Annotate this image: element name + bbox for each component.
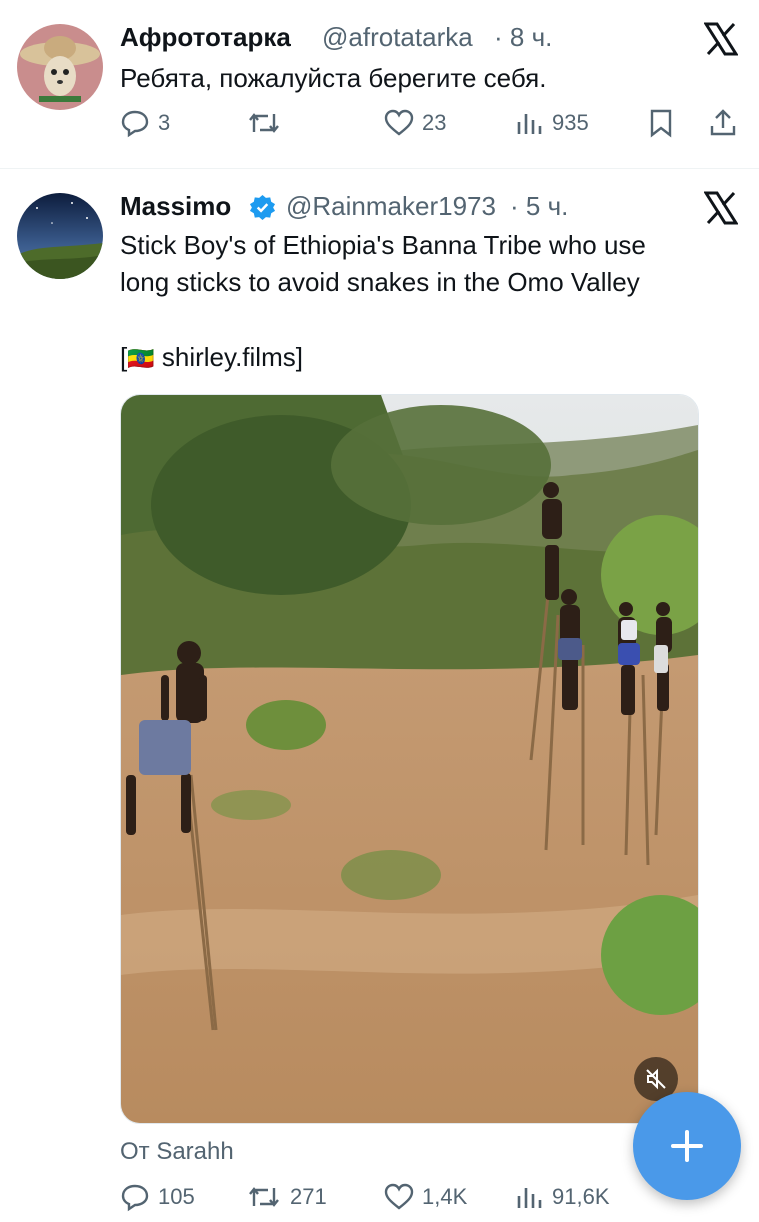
verified-badge-icon [249,194,276,221]
avatar[interactable] [17,24,103,110]
retweet-button[interactable] [246,108,290,138]
views-icon [517,114,542,134]
ethiopia-flag-icon: 🇪🇹 [127,346,155,371]
reply-icon [121,1184,149,1212]
retweet-count: 271 [290,1184,327,1209]
tweet-text: Ребята, пожалуйста берегите себя. [120,63,547,93]
tweet-time[interactable]: · 8 ч. [494,22,552,53]
avatar[interactable] [17,193,103,279]
action-bar: 105 271 1,4K 91,6K [0,1182,759,1222]
like-button[interactable]: 1,4K [384,1182,467,1212]
x-logo-icon[interactable] [703,22,739,56]
like-icon [384,109,414,136]
author-name[interactable]: Афрототарка [120,22,291,53]
bookmark-button[interactable] [648,108,674,138]
like-icon [384,1183,414,1210]
retweet-icon [249,1187,279,1207]
reply-count: 3 [158,110,171,135]
reply-count: 105 [158,1184,195,1209]
author-handle[interactable]: @afrotatarka [322,22,473,53]
views-button[interactable]: 91,6K [516,1182,610,1212]
plus-icon [671,1130,703,1162]
views-button[interactable]: 935 [516,108,589,138]
reply-button[interactable]: 105 [120,1182,195,1212]
author-name[interactable]: Massimo [120,191,231,222]
tweet-text-line-1: Stick Boy's of Ethiopia's Banna Tribe wh… [120,230,646,260]
views-icon [517,1188,542,1208]
like-button[interactable]: 23 [384,108,446,138]
retweet-button[interactable]: 271 [246,1182,327,1212]
share-icon [710,109,736,136]
share-button[interactable] [708,108,738,138]
x-logo-icon[interactable] [703,191,739,225]
source-name: shirley.films] [161,342,303,372]
like-count: 1,4K [422,1184,468,1209]
reply-button[interactable]: 3 [120,108,170,138]
compose-button[interactable] [633,1092,741,1200]
tweet-time[interactable]: · 5 ч. [510,191,568,222]
retweet-icon [249,113,279,133]
like-count: 23 [422,110,447,135]
tweet-video[interactable] [120,394,699,1124]
tweet-1[interactable]: Афрототарка @afrotatarka · 8 ч. Ребята, … [0,0,759,168]
mute-icon [646,1068,666,1090]
reply-icon [121,110,149,138]
views-count: 935 [552,110,589,135]
avatar-image [17,193,103,279]
source-credit[interactable]: [🇪🇹 shirley.films] [120,339,303,377]
views-count: 91,6K [552,1184,610,1209]
from-label: От Sarahh [120,1138,234,1165]
video-frame [121,395,698,1123]
avatar-image [17,24,103,110]
action-bar: 3 23 935 [0,108,759,148]
tweet-text-line-2: long sticks to avoid snakes in the Omo V… [120,267,640,297]
author-handle[interactable]: @Rainmaker1973 [286,191,496,222]
bookmark-icon [650,109,672,138]
